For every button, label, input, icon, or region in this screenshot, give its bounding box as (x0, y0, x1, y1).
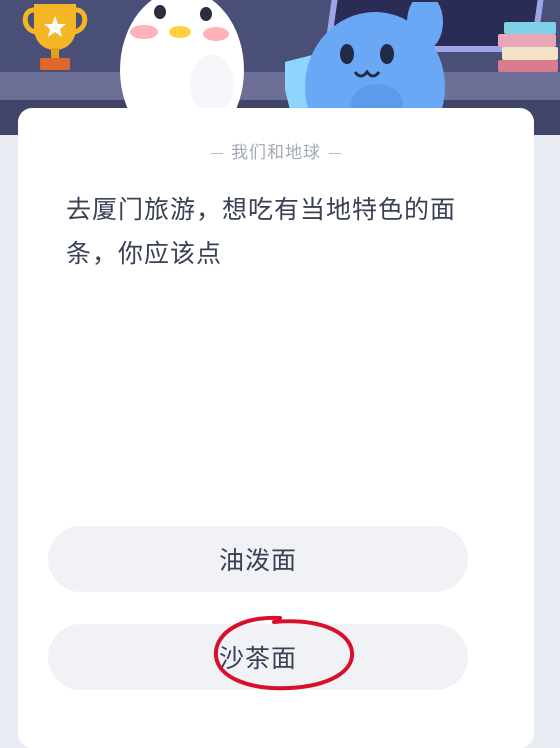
quiz-category: 我们和地球 (18, 138, 534, 163)
books-icon (498, 22, 558, 72)
divider-right (329, 152, 341, 154)
answer-option-label: 沙茶面 (218, 644, 297, 673)
divider-left (211, 152, 223, 154)
answer-option-label: 油泼面 (218, 546, 297, 575)
category-label: 我们和地球 (231, 143, 321, 163)
answer-option-2[interactable]: 沙茶面 (48, 624, 468, 690)
trophy-icon (22, 4, 88, 70)
answer-option-1[interactable]: 油泼面 (48, 526, 468, 592)
banner-shelf (0, 72, 560, 100)
question-text: 去厦门旅游，想吃有当地特色的面条，你应该点 (66, 195, 457, 268)
